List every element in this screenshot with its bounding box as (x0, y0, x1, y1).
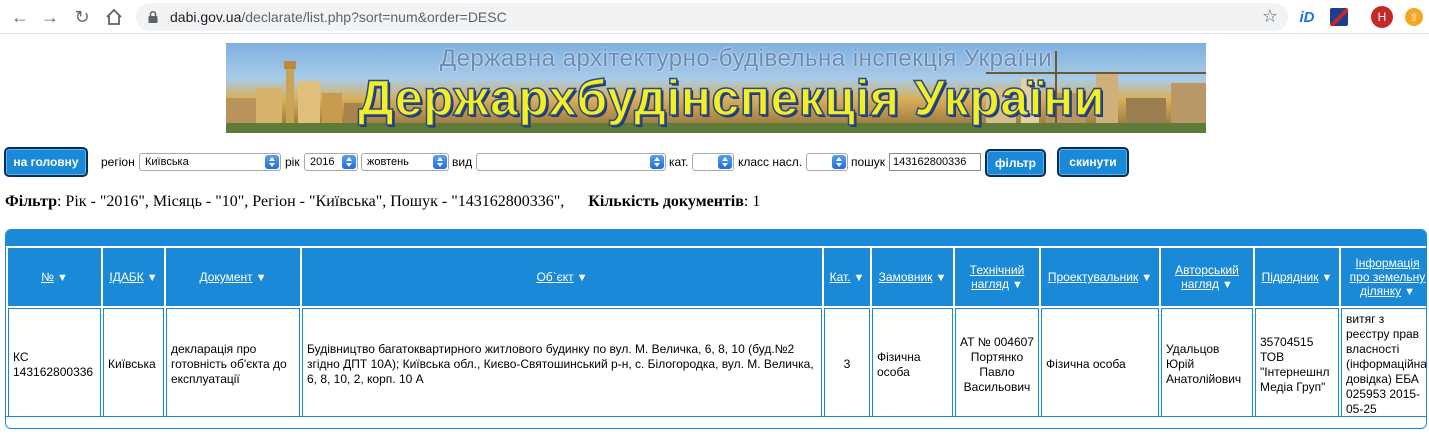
class-select[interactable] (806, 153, 848, 171)
select-arrows-icon (832, 155, 846, 169)
cell-contractor: 35704515 ТОВ "Інтернешнл Медіа Груп" (1255, 308, 1339, 421)
filter-summary-text: : Рік - "2016", Місяць - "10", Регіон - … (56, 193, 565, 210)
sort-desc-icon: ▼ (853, 272, 865, 284)
col-header-object[interactable]: Об`єкт ▼ (302, 248, 822, 306)
col-header-contractor[interactable]: Підрядник ▼ (1255, 248, 1339, 306)
sort-desc-icon: ▼ (255, 272, 267, 284)
select-arrows-icon (265, 155, 279, 169)
table-top-bar (6, 230, 1426, 246)
table-row: КС 143162800336 Київська декларація про … (8, 308, 1426, 421)
sort-desc-icon: ▼ (56, 272, 68, 284)
type-select[interactable] (476, 153, 666, 171)
month-select[interactable]: жовтень (361, 153, 449, 171)
table-header-row: № ▼ ІДАБК ▼ Документ ▼ Об`єкт ▼ Кат. ▼ Замовн… (8, 248, 1426, 306)
reset-button[interactable]: скинути (1057, 147, 1129, 177)
table-bottom-bar (6, 416, 1426, 428)
category-select[interactable] (692, 153, 734, 171)
col-header-author-supervision[interactable]: Авторський нагляд ▼ (1161, 248, 1253, 306)
year-label: рік (285, 155, 300, 169)
region-select[interactable]: Київська (139, 153, 281, 171)
region-label: регіон (101, 155, 135, 169)
declarations-table-container: № ▼ ІДАБК ▼ Документ ▼ Об`єкт ▼ Кат. ▼ Замовн… (5, 229, 1427, 429)
col-header-category[interactable]: Кат. ▼ (824, 248, 870, 306)
type-label: вид (452, 155, 473, 169)
url-text: dabi.gov.ua/declarate/list.php?sort=num&… (170, 9, 507, 25)
class-label: класс насл. (738, 155, 803, 169)
filter-summary-label: Фільтр (5, 193, 57, 210)
sort-desc-icon: ▼ (1222, 279, 1233, 291)
header-banner: Державна архітектурно-будівельна інспекц… (226, 43, 1206, 133)
sort-desc-icon: ▼ (1321, 272, 1333, 284)
browser-toolbar: ← → ↻ dabi.gov.ua/declarate/list.php?sor… (0, 0, 1429, 34)
back-arrow-icon[interactable]: ← (8, 5, 32, 29)
sort-desc-icon: ▼ (1012, 279, 1023, 291)
select-arrows-icon (650, 155, 664, 169)
search-label: пошук (851, 155, 886, 169)
sort-desc-icon: ▼ (1141, 272, 1153, 284)
sort-desc-icon: ▼ (576, 272, 588, 284)
cell-customer: Фізична особа (872, 308, 953, 421)
cell-object: Будівництво багатоквартирного житлового … (302, 308, 822, 421)
search-input[interactable]: 143162800336 (889, 153, 981, 171)
filter-summary: Фільтр: Рік - "2016", Місяць - "10", Рег… (5, 193, 760, 211)
lock-icon (148, 10, 158, 23)
select-arrows-icon (718, 155, 732, 169)
col-header-designer[interactable]: Проектувальник ▼ (1041, 248, 1159, 306)
col-header-num[interactable]: № ▼ (8, 248, 101, 306)
year-select[interactable]: 2016 (304, 153, 358, 171)
bookmark-star-icon[interactable]: ☆ (1262, 7, 1278, 25)
col-header-idabk[interactable]: ІДАБК ▼ (103, 248, 164, 306)
col-header-customer[interactable]: Замовник ▼ (872, 248, 953, 306)
sort-desc-icon: ▼ (1404, 286, 1416, 298)
category-label: кат. (669, 155, 689, 169)
address-bar[interactable]: dabi.gov.ua/declarate/list.php?sort=num&… (136, 3, 1288, 31)
cell-category: 3 (824, 308, 870, 421)
select-arrows-icon (433, 155, 447, 169)
sort-desc-icon: ▼ (935, 272, 947, 284)
sort-desc-icon: ▼ (146, 272, 158, 284)
cell-author-supervision: Удальцов Юрій Анатолійович (1161, 308, 1253, 421)
filter-bar: на головну регіон Київська рік 2016 жовт… (0, 145, 1429, 181)
cell-land-info: витяг з реєстру прав власності (інформац… (1341, 308, 1426, 421)
cell-idabk: Київська (103, 308, 164, 421)
cell-document: декларація про готовність об'єкта до екс… (166, 308, 300, 421)
extension-flag-icon[interactable] (1330, 8, 1348, 26)
document-count-label: Кількість документів (588, 193, 744, 210)
filter-button[interactable]: фільтр (985, 149, 1046, 177)
reload-icon[interactable]: ↻ (70, 5, 94, 29)
select-arrows-icon (342, 155, 356, 169)
cell-designer: Фізична особа (1041, 308, 1159, 421)
document-count-value: : 1 (743, 193, 761, 210)
cell-num: КС 143162800336 (8, 308, 101, 421)
extension-id-icon[interactable]: iD (1296, 6, 1318, 28)
banner-title: Держархбудінспекція України (357, 69, 1106, 127)
col-header-tech-supervision[interactable]: Технічний нагляд ▼ (955, 248, 1039, 306)
profile-avatar[interactable]: H (1371, 6, 1393, 28)
home-button[interactable]: на головну (4, 147, 88, 177)
update-icon[interactable]: ⇧ (1405, 8, 1423, 26)
home-icon[interactable] (102, 5, 126, 29)
col-header-document[interactable]: Документ ▼ (166, 248, 300, 306)
col-header-land-info[interactable]: Інформація про земельну ділянку ▼ (1341, 248, 1426, 306)
declarations-table: № ▼ ІДАБК ▼ Документ ▼ Об`єкт ▼ Кат. ▼ Замовн… (6, 246, 1426, 423)
cell-tech-supervision: АТ № 004607 Портянко Павло Васильович (955, 308, 1039, 421)
forward-arrow-icon[interactable]: → (38, 5, 62, 29)
